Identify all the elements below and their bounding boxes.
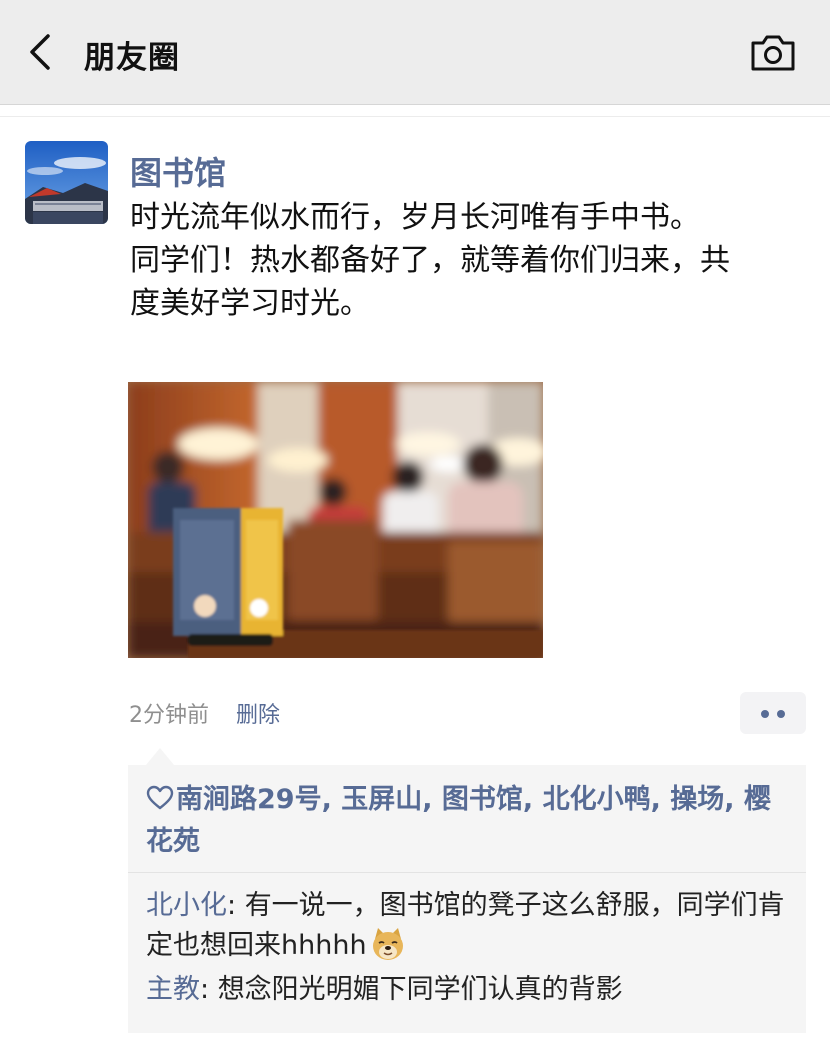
chevron-left-icon [30, 34, 50, 70]
page-title: 朋友圈 [84, 40, 180, 76]
avatar[interactable] [25, 141, 108, 224]
likes-list: 南涧路29号, 玉屏山, 图书馆, 北化小鸭, 操场, 樱花苑 [146, 784, 771, 857]
comment-item[interactable]: 主教: 想念阳光明媚下同学们认真的背影 [146, 971, 796, 1009]
more-button[interactable] [740, 692, 806, 734]
heart-icon [146, 785, 174, 810]
doge-emoji-icon [372, 928, 403, 960]
header-divider [0, 116, 830, 117]
comment-item[interactable]: 北小化: 有一说一，图书馆的凳子这么舒服，同学们肯定也想回来hhhhh [146, 887, 796, 965]
back-button[interactable] [22, 30, 62, 74]
comment-author[interactable]: 北小化 [146, 890, 227, 921]
likes-divider [128, 872, 806, 873]
post-photo[interactable] [128, 382, 543, 658]
like-name[interactable]: 南涧路29号 [176, 784, 322, 815]
comment-author[interactable]: 主教 [146, 974, 200, 1005]
post-text: 时光流年似水而行，岁月长河唯有手中书。 同学们！热水都备好了，就等着你们归来，共… [130, 196, 750, 325]
post-time: 2分钟前 [129, 703, 209, 728]
comment-separator: : [200, 974, 218, 1005]
interaction-panel: 南涧路29号, 玉屏山, 图书馆, 北化小鸭, 操场, 樱花苑 北小化: 有一说… [128, 765, 806, 1033]
comment-text: 想念阳光明媚下同学们认真的背影 [217, 974, 623, 1005]
like-name[interactable]: 图书馆 [442, 784, 523, 815]
post-text-line: 时光流年似水而行，岁月长河唯有手中书。 [130, 200, 700, 235]
top-nav-bar: 朋友圈 [0, 0, 830, 105]
delete-link[interactable]: 删除 [236, 697, 280, 729]
like-name[interactable]: 玉屏山 [341, 784, 422, 815]
poster-name[interactable]: 图书馆 [130, 148, 226, 194]
more-dots-icon [761, 710, 769, 718]
interaction-caret [146, 748, 174, 765]
like-name[interactable]: 北化小鸭 [543, 784, 651, 815]
more-dots-icon [777, 710, 785, 718]
like-name[interactable]: 操场 [670, 784, 724, 815]
camera-button[interactable] [748, 32, 798, 74]
comment-separator: : [227, 890, 245, 921]
camera-icon [751, 35, 795, 71]
post-text-line: 同学们！热水都备好了，就等着你们归来，共度美好学习时光。 [130, 243, 730, 321]
